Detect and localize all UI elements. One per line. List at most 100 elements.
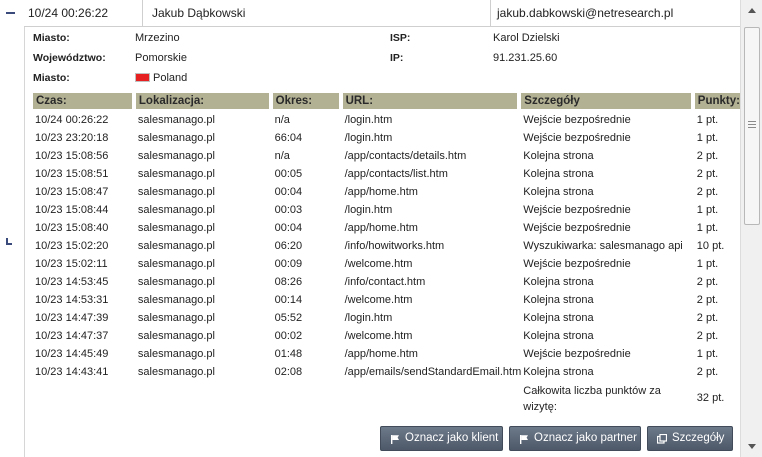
cell-details: Kolejna strona <box>523 168 594 180</box>
contact-email: jakub.dabkowski@netresearch.pl <box>497 6 674 20</box>
cell-location: salesmanago.pl <box>137 330 215 342</box>
cell-url: /app/home.htm <box>344 186 418 198</box>
cell-location: salesmanago.pl <box>137 186 215 198</box>
scroll-up-icon[interactable] <box>741 0 762 22</box>
cell-details: Wejście bezpośrednie <box>523 132 631 144</box>
cell-url: /app/emails/sendStandardEmail.htm <box>344 366 522 378</box>
table-row: 10/23 14:43:41 salesmanago.pl 02:08/app/em… <box>33 363 740 381</box>
column-header-details: Szczegóły <box>521 93 695 109</box>
cell-location: salesmanago.pl <box>137 222 215 234</box>
cell-details: Wejście bezpośrednie <box>523 204 631 216</box>
cell-details: Wejście bezpośrednie <box>523 222 631 234</box>
window-icon <box>657 434 667 444</box>
cell-url: /login.htm <box>344 114 393 126</box>
cell-points: 1 pt. <box>696 114 719 126</box>
isp-value: Karol Dzielski <box>493 32 560 44</box>
table-row: 10/23 14:53:31 salesmanago.pl 00:14/welcom… <box>33 291 740 309</box>
cell-time: 10/23 15:02:20 <box>35 240 109 252</box>
province-value: Pomorskie <box>135 52 187 64</box>
country-label: Miasto: <box>33 72 70 84</box>
details-button[interactable]: Szczegóły <box>647 426 733 451</box>
cell-time: 10/23 14:45:49 <box>35 348 109 360</box>
column-divider <box>490 0 491 26</box>
cell-location: salesmanago.pl <box>137 312 215 324</box>
cell-duration: 00:04 <box>274 222 303 234</box>
cell-location: salesmanago.pl <box>137 114 215 126</box>
cell-time: 10/23 15:08:56 <box>35 150 109 162</box>
cell-details: Kolejna strona <box>523 366 594 378</box>
cell-points: 1 pt. <box>696 222 719 234</box>
city-value: Mrzezino <box>135 32 180 44</box>
scrollbar-thumb[interactable] <box>744 27 760 225</box>
cell-location: salesmanago.pl <box>137 240 215 252</box>
cell-location: salesmanago.pl <box>137 132 215 144</box>
cell-url: /login.htm <box>344 312 393 324</box>
cell-points: 2 pt. <box>696 294 719 306</box>
cell-duration: 06:20 <box>274 240 303 252</box>
visit-summary-row[interactable]: 10/24 00:26:22 Jakub Dąbkowski jakub.dab… <box>24 0 740 27</box>
cell-details: Kolejna strona <box>523 150 594 162</box>
contact-name: Jakub Dąbkowski <box>152 6 246 20</box>
cell-url: /info/howitworks.htm <box>344 240 445 252</box>
cell-time: 10/23 15:08:40 <box>35 222 109 234</box>
cell-duration: 00:05 <box>274 168 303 180</box>
cell-time: 10/23 14:47:37 <box>35 330 109 342</box>
table-row: 10/23 15:08:51 salesmanago.pl 00:05/app/co… <box>33 165 740 183</box>
cell-location: salesmanago.pl <box>137 348 215 360</box>
total-row: Całkowita liczba punktów za wizytę: 32 p… <box>33 381 740 415</box>
table-row: 10/23 14:47:37 salesmanago.pl 00:02/welcom… <box>33 327 740 345</box>
cell-duration: 02:08 <box>274 366 303 378</box>
cell-location: salesmanago.pl <box>137 258 215 270</box>
cell-duration: 66:04 <box>274 132 303 144</box>
total-points-label: Całkowita liczba punktów za wizytę: <box>523 385 661 413</box>
cell-points: 1 pt. <box>696 348 719 360</box>
table-row: 10/23 23:20:18 salesmanago.pl 66:04/login.… <box>33 129 740 147</box>
cell-details: Wejście bezpośrednie <box>523 114 631 126</box>
table-row: 10/23 14:45:49 salesmanago.pl 01:48/app/ho… <box>33 345 740 363</box>
table-row: 10/23 14:53:45 salesmanago.pl 08:26/info/c… <box>33 273 740 291</box>
column-header-location: Lokalizacja: <box>135 93 273 109</box>
cell-points: 1 pt. <box>696 204 719 216</box>
cell-url: /app/home.htm <box>344 348 418 360</box>
cell-points: 2 pt. <box>696 366 719 378</box>
total-points-value: 32 pt. <box>696 392 725 404</box>
table-row: 10/23 15:02:20 salesmanago.pl 06:20/info/h… <box>33 237 740 255</box>
cell-points: 2 pt. <box>696 330 719 342</box>
cell-duration: n/a <box>274 150 290 162</box>
flag-icon <box>520 435 528 444</box>
mark-partner-button[interactable]: Oznacz jako partner <box>509 426 641 451</box>
details-label: Szczegóły <box>672 432 725 444</box>
cell-time: 10/23 14:43:41 <box>35 366 109 378</box>
cell-details: Kolejna strona <box>523 186 594 198</box>
cell-points: 1 pt. <box>696 258 719 270</box>
cell-details: Kolejna strona <box>523 276 594 288</box>
scroll-down-icon[interactable] <box>741 435 762 457</box>
country-name: Poland <box>153 72 188 84</box>
cell-url: /welcome.htm <box>344 294 413 306</box>
cell-url: /app/home.htm <box>344 222 418 234</box>
cell-details: Wejście bezpośrednie <box>523 258 631 270</box>
table-row: 10/23 15:08:47 salesmanago.pl 00:04/app/ho… <box>33 183 740 201</box>
cell-url: /login.htm <box>344 132 393 144</box>
cell-points: 2 pt. <box>696 276 719 288</box>
cell-time: 10/23 23:20:18 <box>35 132 109 144</box>
vertical-scrollbar[interactable] <box>740 0 762 457</box>
cell-duration: 00:09 <box>274 258 303 270</box>
table-header-row: Czas: Lokalizacja: Okres: URL: Szczegóły… <box>33 93 740 109</box>
column-header-points: Punkty: <box>694 93 740 109</box>
column-divider <box>142 0 143 26</box>
cell-location: salesmanago.pl <box>137 204 215 216</box>
province-label: Województwo: <box>33 52 106 64</box>
table-row: 10/23 14:47:39 salesmanago.pl 05:52/login.… <box>33 309 740 327</box>
cell-location: salesmanago.pl <box>137 150 215 162</box>
cell-time: 10/23 15:08:51 <box>35 168 109 180</box>
minus-icon[interactable] <box>6 12 15 14</box>
cell-details: Kolejna strona <box>523 312 594 324</box>
cell-points: 2 pt. <box>696 150 719 162</box>
cell-url: /login.htm <box>344 204 393 216</box>
column-header-url: URL: <box>342 93 522 109</box>
cell-url: /app/contacts/list.htm <box>344 168 448 180</box>
cell-details: Kolejna strona <box>523 330 594 342</box>
country-value: Poland <box>135 72 187 84</box>
mark-client-button[interactable]: Oznacz jako klient <box>380 426 503 451</box>
